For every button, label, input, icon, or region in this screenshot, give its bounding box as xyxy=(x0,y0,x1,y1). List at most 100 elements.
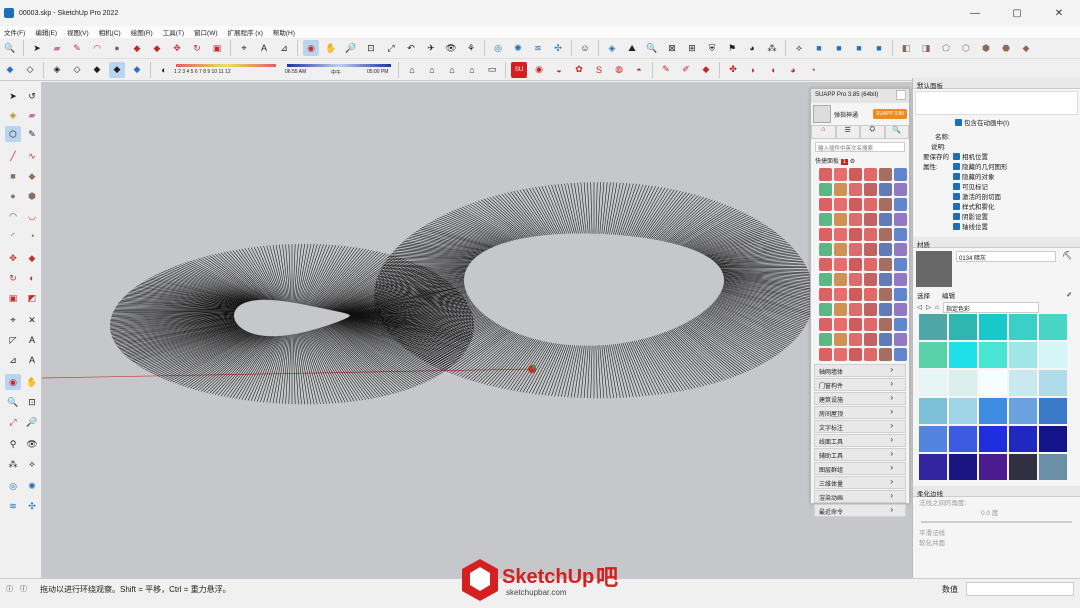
help-icon[interactable]: ⓘ xyxy=(20,584,27,594)
freehand-icon[interactable]: ∿ xyxy=(24,148,40,164)
plugin-icon[interactable] xyxy=(864,288,877,301)
plugin-icon[interactable] xyxy=(879,273,892,286)
plugin-icon[interactable] xyxy=(864,198,877,211)
plugin-icon[interactable] xyxy=(834,303,847,316)
text-icon[interactable]: A xyxy=(256,40,272,56)
solid-icon[interactable]: ◆ xyxy=(2,62,18,78)
plugin-red7-icon[interactable]: ✎ xyxy=(658,62,674,78)
twisted-torus-model[interactable] xyxy=(42,82,912,578)
position-camera-tool-icon[interactable]: ⚲ xyxy=(5,436,21,452)
select-arrow-icon[interactable]: ➤ xyxy=(5,88,21,104)
plugin-icon[interactable] xyxy=(849,243,862,256)
plugin-icon[interactable] xyxy=(819,213,832,226)
pie-icon[interactable]: ◔ xyxy=(24,228,40,244)
suapp-category-9[interactable]: 渲染动画 xyxy=(814,490,906,503)
hidden-line-icon[interactable]: ⬡ xyxy=(958,40,974,56)
text-tool-icon[interactable]: A xyxy=(24,332,40,348)
style-wire-icon[interactable]: ◇ xyxy=(69,62,85,78)
color-swatch[interactable] xyxy=(979,370,1007,396)
plugin-icon[interactable] xyxy=(879,303,892,316)
push-pull-icon[interactable]: ◆ xyxy=(129,40,145,56)
suapp-category-7[interactable]: 图层群组 xyxy=(814,462,906,475)
plugin-icon[interactable] xyxy=(894,303,907,316)
color-swatch[interactable] xyxy=(919,426,947,452)
plugin-icon[interactable] xyxy=(834,258,847,271)
materials-header[interactable]: 材质 xyxy=(913,237,1080,249)
plugin-icon[interactable] xyxy=(894,273,907,286)
plugin-icon[interactable] xyxy=(894,198,907,211)
house-icon[interactable]: ⌂ xyxy=(404,62,420,78)
collection-select[interactable]: 指定色彩 xyxy=(942,301,1039,313)
zoom-icon[interactable]: 🔎 xyxy=(343,40,359,56)
plugin-icon[interactable] xyxy=(879,243,892,256)
plugin-icon[interactable] xyxy=(864,228,877,241)
color-swatch[interactable] xyxy=(919,342,947,368)
house2-icon[interactable]: ⌂ xyxy=(424,62,440,78)
eraser-tool-icon[interactable]: ▰ xyxy=(24,107,40,123)
walk-person-icon[interactable]: ⚑ xyxy=(724,40,740,56)
plugin-red1-icon[interactable]: ◉ xyxy=(531,62,547,78)
section-plane-icon[interactable]: ⛰ xyxy=(624,40,640,56)
arc-tool-icon[interactable]: ◠ xyxy=(5,208,21,224)
zoom-small-icon[interactable]: 🔍 xyxy=(644,40,660,56)
plugin-icon[interactable] xyxy=(849,273,862,286)
suapp-category-4[interactable]: 文字标注 xyxy=(814,420,906,433)
plugin-red6-icon[interactable]: ◓ xyxy=(631,62,647,78)
lasso-icon[interactable]: ↺ xyxy=(24,88,40,104)
camera-icon[interactable]: ◕ xyxy=(744,40,760,56)
color-swatch[interactable] xyxy=(979,426,1007,452)
plugin-icon[interactable] xyxy=(879,213,892,226)
shaded-texture-icon[interactable]: ⬣ xyxy=(998,40,1014,56)
menu-help[interactable]: 帮助(H) xyxy=(273,27,295,37)
house5-icon[interactable]: ▭ xyxy=(484,62,500,78)
menu-tools[interactable]: 工具(T) xyxy=(163,27,184,37)
arc3-icon[interactable]: ◜ xyxy=(5,228,21,244)
plugin-icon[interactable] xyxy=(849,168,862,181)
color-swatch[interactable] xyxy=(979,314,1007,340)
monochrome-icon[interactable]: ◆ xyxy=(1018,40,1034,56)
scene-property-checkbox[interactable]: 可见标记 xyxy=(953,181,1008,191)
view-front-icon[interactable]: ■ xyxy=(831,40,847,56)
color-swatch[interactable] xyxy=(919,314,947,340)
color-swatch[interactable] xyxy=(1039,314,1067,340)
eyedropper-icon[interactable]: ✐ xyxy=(1067,291,1072,299)
select-tool-icon[interactable]: ➤ xyxy=(29,40,45,56)
shape-icon[interactable]: ● xyxy=(109,40,125,56)
layers-tool-icon[interactable]: ≋ xyxy=(5,498,21,514)
plugin-icon[interactable] xyxy=(849,333,862,346)
color-swatch[interactable] xyxy=(979,342,1007,368)
plugin-icon[interactable] xyxy=(849,258,862,271)
tab-edit[interactable]: 编辑 xyxy=(942,290,955,300)
plugin-icon[interactable] xyxy=(849,348,862,361)
plugin-icon[interactable] xyxy=(819,273,832,286)
scene-property-checkbox[interactable]: 隐藏的几何图形 xyxy=(953,161,1008,171)
plugin-icon[interactable] xyxy=(894,228,907,241)
scene-property-checkbox[interactable]: 隐藏的对象 xyxy=(953,171,1008,181)
menu-edit[interactable]: 编辑(E) xyxy=(35,27,57,37)
quick-panel-label[interactable]: 快捷面板 1 ⚙ xyxy=(811,155,909,166)
info-icon[interactable]: ⓘ xyxy=(6,584,13,594)
house3-icon[interactable]: ⌂ xyxy=(444,62,460,78)
suapp-category-1[interactable]: 门窗构件 xyxy=(814,378,906,391)
tag-icon[interactable]: ⛨ xyxy=(704,40,720,56)
plugin-icon[interactable] xyxy=(819,198,832,211)
color-swatch[interactable] xyxy=(1039,454,1067,480)
include-animation-checkbox[interactable]: 包含在动画中(I) xyxy=(955,117,1080,127)
plugin-icon[interactable] xyxy=(849,183,862,196)
color-swatch[interactable] xyxy=(949,370,977,396)
3d-viewport[interactable] xyxy=(42,82,912,578)
section-fill-icon[interactable]: ◇ xyxy=(22,62,38,78)
suapp-category-0[interactable]: 轴网墙体 xyxy=(814,364,906,377)
look-around-tool-icon[interactable]: 👁 xyxy=(24,436,40,452)
plugin-red13-icon[interactable]: ◕ xyxy=(785,62,801,78)
plugin-icon[interactable] xyxy=(834,348,847,361)
zoom-tool-icon[interactable]: 🔍 xyxy=(5,394,21,410)
avatar[interactable] xyxy=(813,105,831,123)
pencil-icon[interactable]: ✎ xyxy=(69,40,85,56)
plugin-red3-icon[interactable]: ✿ xyxy=(571,62,587,78)
zoom-extent-small-icon[interactable]: ⊞ xyxy=(684,40,700,56)
plugin-icon[interactable] xyxy=(849,213,862,226)
suapp-icon[interactable]: SU xyxy=(511,61,527,78)
plugin-icon[interactable] xyxy=(819,168,832,181)
plugin-icon[interactable] xyxy=(849,303,862,316)
